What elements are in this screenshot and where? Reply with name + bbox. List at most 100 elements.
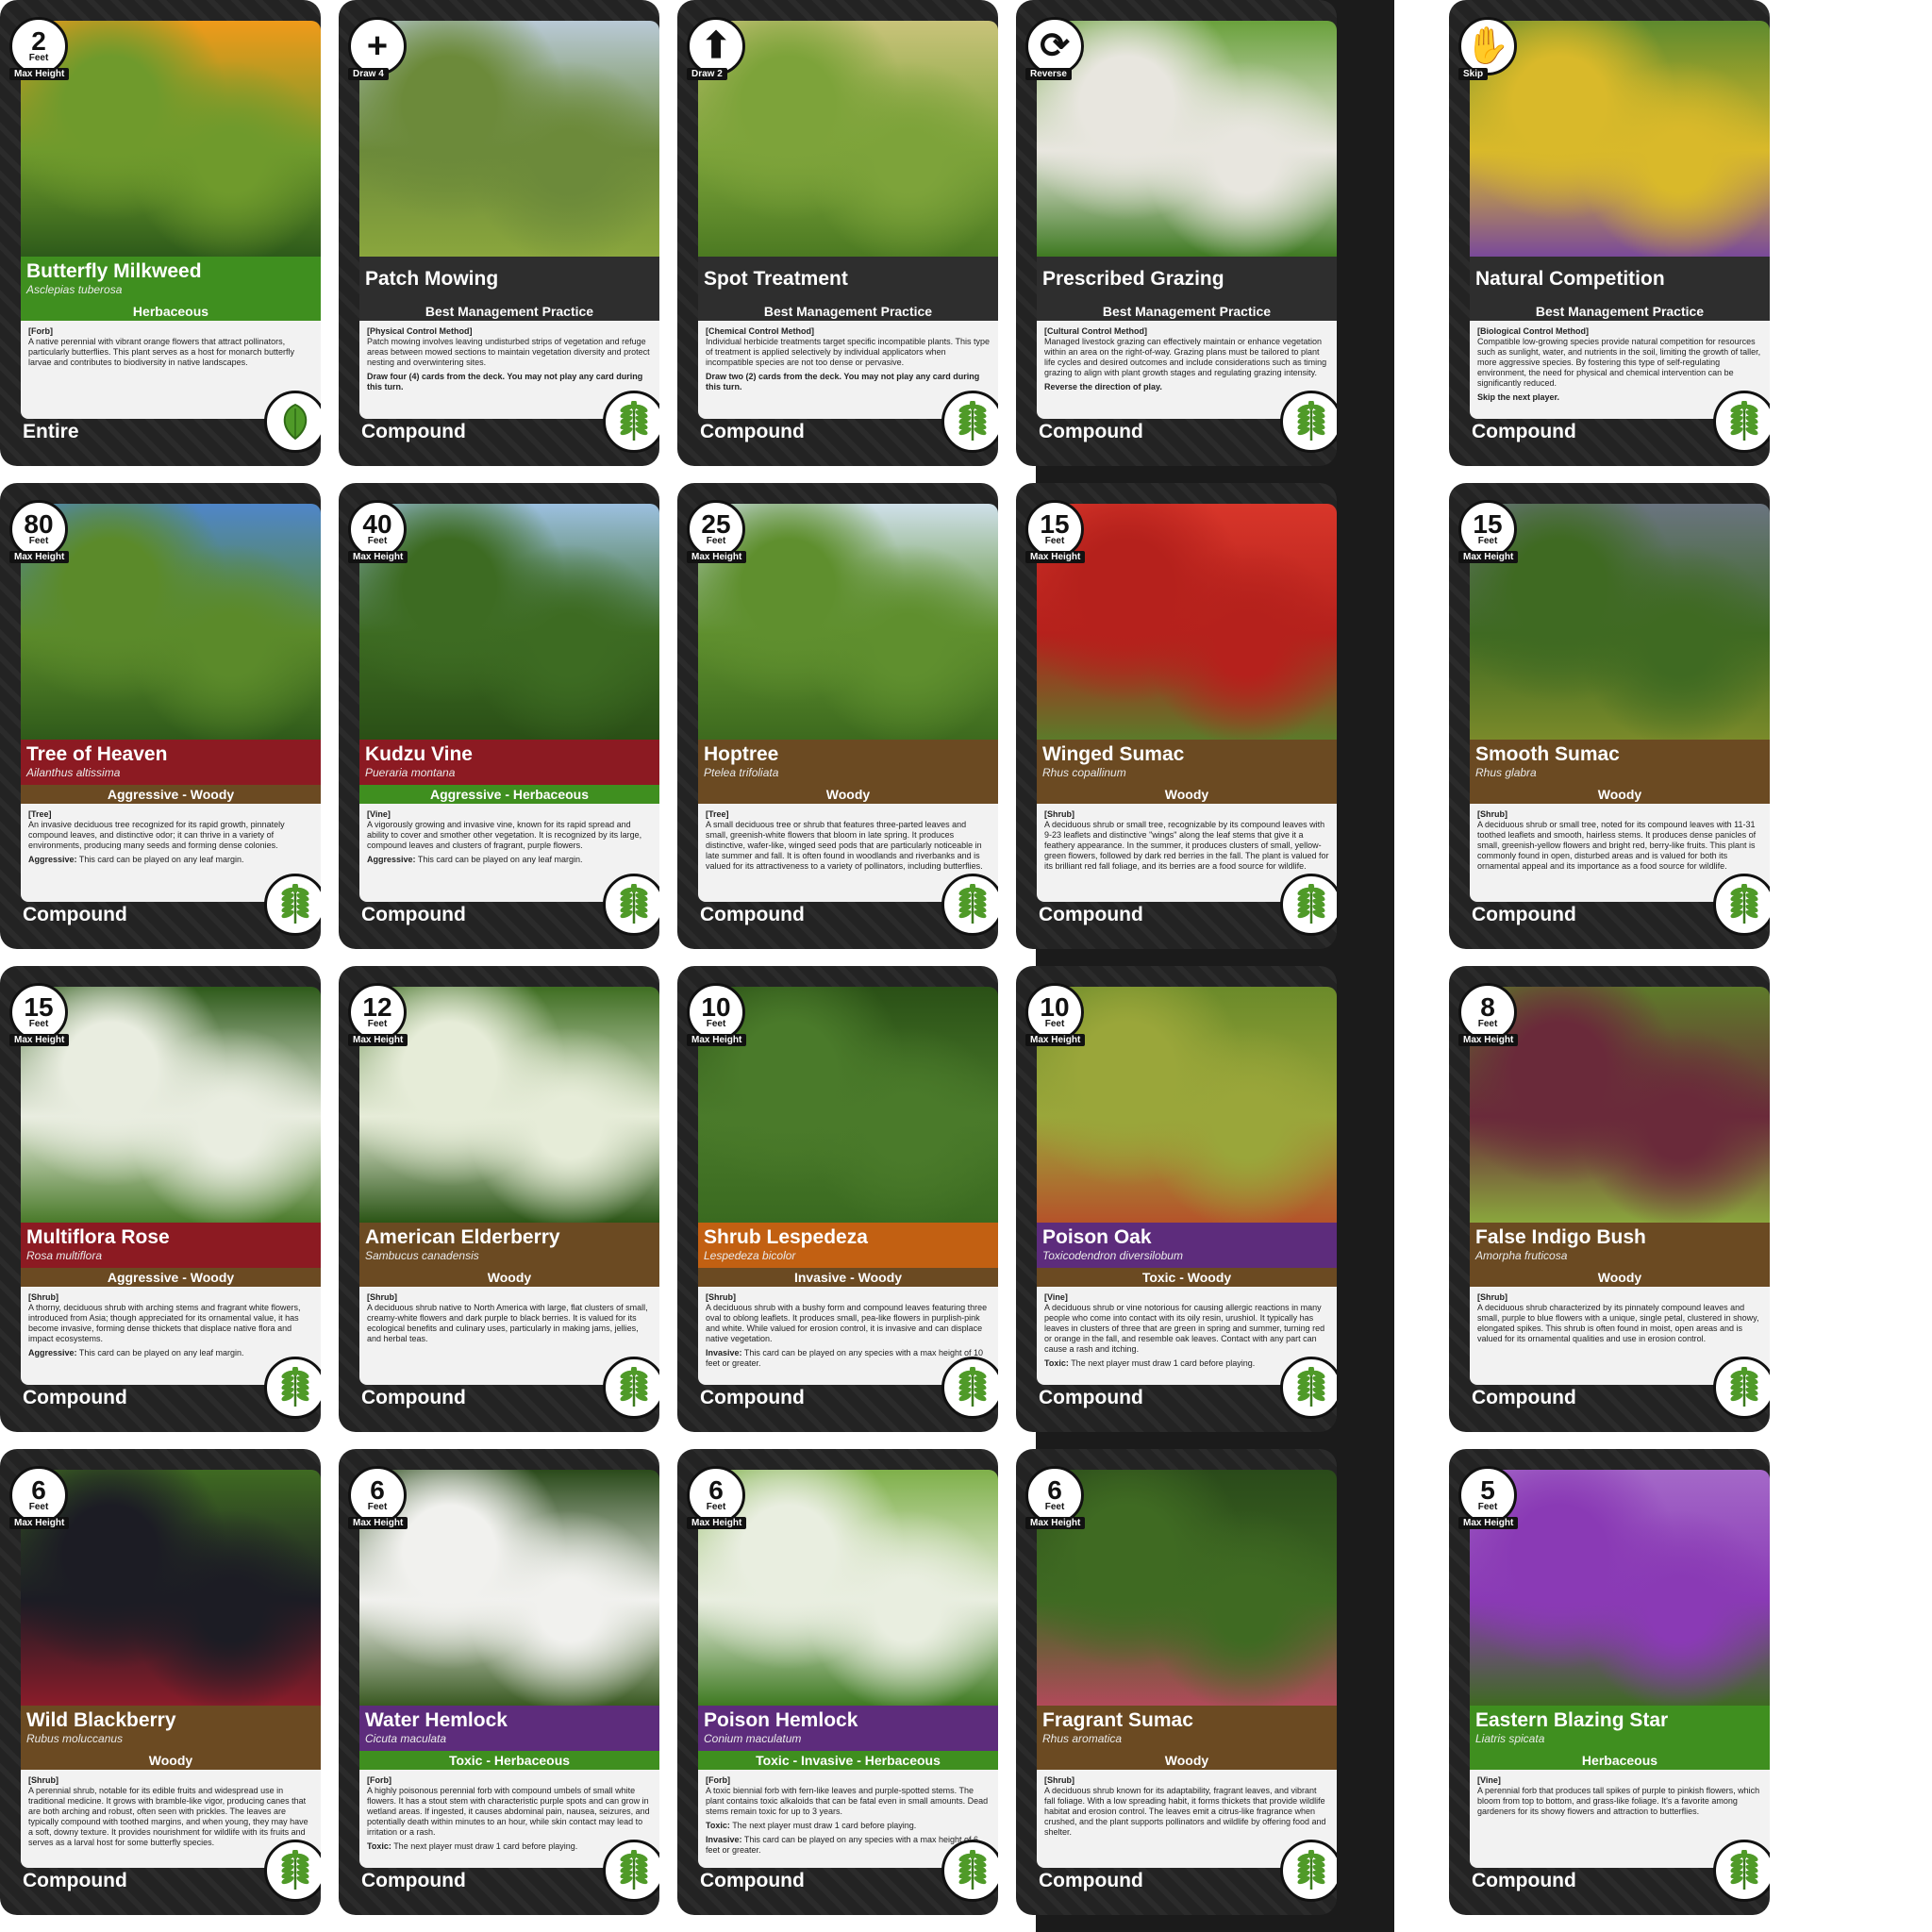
- leaf-type-label: Compound: [361, 904, 466, 925]
- game-card[interactable]: 15 Feet Max Height Multiflora Rose Rosa mult…: [0, 966, 321, 1432]
- ability-body: The next player must draw 1 card before …: [393, 1841, 578, 1851]
- ability-body: Skip the next player.: [1477, 392, 1560, 402]
- game-card[interactable]: 80 Feet Max Height Tree of Heaven Ailanthus …: [0, 483, 321, 949]
- ability-text: Draw four (4) cards from the deck. You m…: [367, 372, 652, 392]
- compound-leaf-icon: [603, 1357, 659, 1419]
- name-banner: Natural Competition: [1470, 257, 1770, 302]
- plant-type: [Shrub]: [1044, 1775, 1074, 1785]
- plant-type: [Forb]: [28, 326, 53, 336]
- height-unit: Feet: [1477, 1502, 1498, 1512]
- leaf-type-label: Compound: [1472, 421, 1576, 442]
- reverse-icon: ⟳: [1040, 26, 1070, 66]
- badge-caption: Max Height: [1458, 1517, 1519, 1529]
- description-text: A perennial shrub, notable for its edibl…: [28, 1786, 308, 1847]
- description-text: Patch mowing involves leaving undisturbe…: [367, 337, 650, 367]
- action-badge: ⟳: [1025, 17, 1084, 75]
- plant-type: [Shrub]: [706, 1292, 736, 1302]
- game-card[interactable]: ⬆ Draw 2 Spot Treatment Best Management Pra…: [677, 0, 998, 466]
- ability-body: This card can be played on any species w…: [706, 1348, 984, 1368]
- game-card[interactable]: 6 Feet Max Height Fragrant Sumac Rhus aromat…: [1016, 1449, 1337, 1915]
- game-card[interactable]: ✋ Skip Natural Competition Best Management …: [1449, 0, 1770, 466]
- name-banner: Kudzu Vine Pueraria montana: [359, 740, 659, 785]
- game-card[interactable]: 25 Feet Max Height Hoptree Ptelea trifoliata…: [677, 483, 998, 949]
- height-value: 8: [1480, 992, 1495, 1022]
- action-badge: ⬆: [687, 17, 745, 75]
- description-text: A thorny, deciduous shrub with arching s…: [28, 1303, 301, 1343]
- badge-caption: Max Height: [1458, 551, 1519, 563]
- plant-type: [Vine]: [1477, 1775, 1501, 1785]
- plant-type: [Chemical Control Method]: [706, 326, 814, 336]
- badge-caption: Max Height: [9, 68, 70, 80]
- game-card[interactable]: 15 Feet Max Height Smooth Sumac Rhus glabra W…: [1449, 483, 1770, 949]
- category-banner: Woody: [698, 785, 998, 804]
- description-text: A deciduous shrub native to North Americ…: [367, 1303, 648, 1343]
- game-card[interactable]: 6 Feet Max Height Wild Blackberry Rubus molu…: [0, 1449, 321, 1915]
- card-name: Patch Mowing: [365, 268, 499, 290]
- game-card[interactable]: ⟳ Reverse Prescribed Grazing Best Managemen…: [1016, 0, 1337, 466]
- game-card[interactable]: 12 Feet Max Height American Elderberry Sambu…: [339, 966, 659, 1432]
- compound-leaf-icon: [264, 1357, 321, 1419]
- category-banner: Aggressive - Herbaceous: [359, 785, 659, 804]
- card-name: Wild Blackberry: [26, 1709, 176, 1731]
- category-banner: Herbaceous: [21, 302, 321, 321]
- game-card[interactable]: 8 Feet Max Height False Indigo Bush Amorpha …: [1449, 966, 1770, 1432]
- height-unit: Feet: [28, 536, 49, 546]
- badge-caption: Max Height: [1458, 1034, 1519, 1046]
- category-banner: Best Management Practice: [1037, 302, 1337, 321]
- description-text: A deciduous shrub or vine notorious for …: [1044, 1303, 1325, 1354]
- game-card[interactable]: + Draw 4 Patch Mowing Best Management Pract…: [339, 0, 659, 466]
- height-unit: Feet: [367, 536, 388, 546]
- card-name: American Elderberry: [365, 1226, 560, 1248]
- game-card[interactable]: 2 Feet Max Height Butterfly Milkweed Asclepi…: [0, 0, 321, 466]
- game-card[interactable]: 6 Feet Max Height Water Hemlock Cicuta macul…: [339, 1449, 659, 1915]
- description-text: A deciduous shrub characterized by its p…: [1477, 1303, 1759, 1343]
- plant-type: [Shrub]: [28, 1775, 58, 1785]
- plant-type: [Shrub]: [1477, 809, 1507, 819]
- ability-body: This card can be played on any leaf marg…: [78, 1348, 244, 1357]
- category-banner: Herbaceous: [1470, 1751, 1770, 1770]
- game-card[interactable]: 6 Feet Max Height Poison Hemlock Conium macu…: [677, 1449, 998, 1915]
- game-card[interactable]: 40 Feet Max Height Kudzu Vine Pueraria monta…: [339, 483, 659, 949]
- game-card[interactable]: 10 Feet Max Height Shrub Lespedeza Lespedeza…: [677, 966, 998, 1432]
- height-value: 25: [701, 509, 731, 539]
- scientific-name: Rhus copallinum: [1042, 766, 1126, 779]
- max-height-badge: 6 Feet: [9, 1466, 68, 1524]
- max-height-badge: 12 Feet: [348, 983, 407, 1041]
- scientific-name: Toxicodendron diversilobum: [1042, 1249, 1183, 1262]
- name-banner: American Elderberry Sambucus canadensis: [359, 1223, 659, 1268]
- height-value: 12: [362, 992, 392, 1022]
- compound-leaf-icon: [1280, 1840, 1337, 1902]
- category-banner: Toxic - Herbaceous: [359, 1751, 659, 1770]
- max-height-badge: 25 Feet: [687, 500, 745, 558]
- badge-caption: Max Height: [1025, 1034, 1086, 1046]
- scientific-name: Cicuta maculata: [365, 1732, 447, 1745]
- leaf-type-label: Compound: [23, 904, 127, 925]
- height-unit: Feet: [28, 1502, 49, 1512]
- game-card[interactable]: 15 Feet Max Height Winged Sumac Rhus copalli…: [1016, 483, 1337, 949]
- category-banner: Woody: [1037, 785, 1337, 804]
- leaf-type-label: Compound: [1039, 1387, 1143, 1408]
- badge-caption: Max Height: [687, 551, 747, 563]
- ability-body: Reverse the direction of play.: [1044, 382, 1162, 391]
- compound-leaf-icon: [1280, 874, 1337, 936]
- ability-label: Toxic:: [1044, 1358, 1069, 1368]
- badge-caption: Max Height: [9, 1517, 70, 1529]
- ability-label: Toxic:: [367, 1841, 391, 1851]
- plant-type: [Tree]: [28, 809, 52, 819]
- leaf-type-label: Compound: [1472, 1387, 1576, 1408]
- height-unit: Feet: [706, 536, 726, 546]
- game-card[interactable]: 5 Feet Max Height Eastern Blazing Star Liatr…: [1449, 1449, 1770, 1915]
- description-text: A vigorously growing and invasive vine, …: [367, 820, 642, 850]
- badge-caption: Max Height: [1025, 1517, 1086, 1529]
- scientific-name: Rhus aromatica: [1042, 1732, 1123, 1745]
- game-card[interactable]: 10 Feet Max Height Poison Oak Toxicodendron …: [1016, 966, 1337, 1432]
- name-banner: Eastern Blazing Star Liatris spicata: [1470, 1706, 1770, 1751]
- scientific-name: Liatris spicata: [1475, 1732, 1545, 1745]
- scientific-name: Rubus moluccanus: [26, 1732, 124, 1745]
- name-banner: Hoptree Ptelea trifoliata: [698, 740, 998, 785]
- category-banner: Aggressive - Woody: [21, 1268, 321, 1287]
- compound-leaf-icon: [1280, 1357, 1337, 1419]
- plant-type: [Vine]: [1044, 1292, 1068, 1302]
- card-name: Multiflora Rose: [26, 1226, 170, 1248]
- height-unit: Feet: [28, 1019, 49, 1029]
